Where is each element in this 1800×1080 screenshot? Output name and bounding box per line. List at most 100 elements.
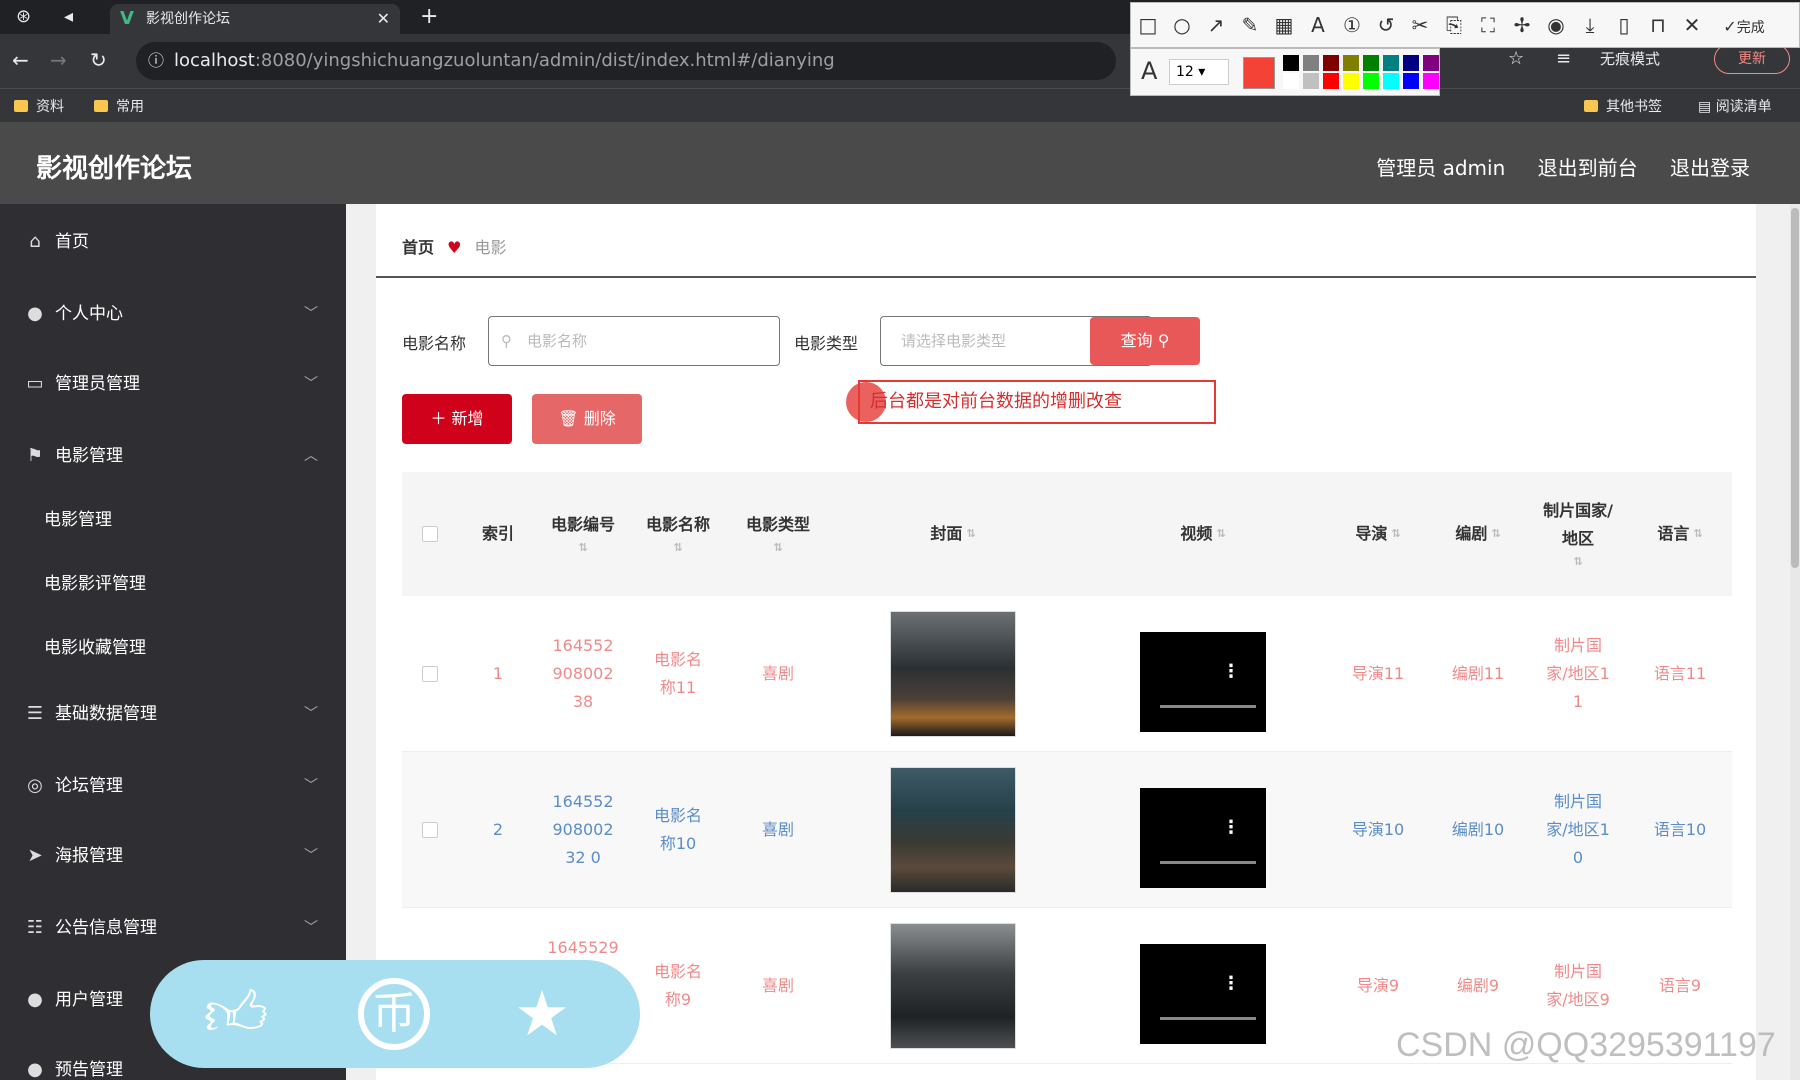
- row-checkbox[interactable]: [402, 596, 458, 752]
- movie-name-input[interactable]: ⚲ 电影名称: [488, 316, 780, 366]
- font-size-select[interactable]: 12 ▾: [1169, 59, 1229, 85]
- sidebar-item-forum[interactable]: ◎ 论坛管理 ﹀: [0, 766, 346, 806]
- new-tab-icon[interactable]: +: [420, 4, 438, 29]
- cover-image[interactable]: [890, 767, 1016, 893]
- col-cover[interactable]: 封面 ⇅: [828, 472, 1078, 596]
- color-swatch[interactable]: [1363, 55, 1379, 71]
- sidebar-item-notices[interactable]: ☷ 公告信息管理 ﹀: [0, 908, 346, 948]
- sidebar-item-posters[interactable]: ➤ 海报管理 ﹀: [0, 836, 346, 876]
- color-swatch[interactable]: [1403, 55, 1419, 71]
- bookmark-folder[interactable]: 资料: [14, 96, 64, 116]
- select-all-checkbox[interactable]: [402, 472, 458, 596]
- other-bookmarks[interactable]: 其他书签: [1584, 96, 1662, 116]
- add-button[interactable]: ＋ 新增: [402, 394, 512, 444]
- chat-icon: ▭: [26, 373, 44, 394]
- col-name[interactable]: 电影名称 ⇅: [628, 472, 728, 596]
- url-field[interactable]: ⓘ localhost:8080/yingshichuangzuoluntan/…: [136, 42, 1116, 80]
- more-icon[interactable]: ⋮: [1222, 814, 1240, 842]
- capture-icon[interactable]: ⛶: [1471, 3, 1505, 47]
- reload-icon[interactable]: ↻: [90, 48, 107, 72]
- more-icon[interactable]: ⋮: [1222, 658, 1240, 686]
- delete-button[interactable]: 🗑 删除: [532, 394, 642, 444]
- exit-to-front-link[interactable]: 退出到前台: [1538, 156, 1638, 180]
- sidebar-item-home[interactable]: ⌂ 首页: [0, 222, 346, 262]
- sidebar-item-movies[interactable]: ⚑ 电影管理 ︿: [0, 436, 346, 476]
- logout-link[interactable]: 退出登录: [1670, 156, 1750, 180]
- color-swatch[interactable]: [1303, 73, 1319, 89]
- color-swatch[interactable]: [1423, 73, 1439, 89]
- done-button[interactable]: ✓完成: [1709, 5, 1779, 50]
- bookmark-icon[interactable]: ⊓: [1641, 3, 1675, 47]
- pencil-icon[interactable]: ✎: [1233, 3, 1267, 47]
- col-video[interactable]: 视频 ⇅: [1078, 472, 1328, 596]
- thumbs-up-icon[interactable]: 👍︎: [200, 978, 272, 1050]
- person-icon: ●: [27, 1059, 43, 1080]
- color-swatch[interactable]: [1283, 73, 1299, 89]
- submenu-movie-favorites[interactable]: 电影收藏管理: [0, 628, 346, 668]
- bookmark-folder[interactable]: 常用: [94, 96, 144, 116]
- submenu-movie-reviews[interactable]: 电影影评管理: [0, 564, 346, 604]
- scrollbar-thumb[interactable]: [1791, 208, 1799, 568]
- color-swatch[interactable]: [1363, 73, 1379, 89]
- info-icon[interactable]: ⓘ: [148, 42, 164, 80]
- cancel-icon[interactable]: ✕: [1675, 3, 1709, 47]
- rectangle-icon[interactable]: □: [1131, 3, 1165, 47]
- color-swatch[interactable]: [1383, 55, 1399, 71]
- color-swatch[interactable]: [1343, 73, 1359, 89]
- browser-menu-icon[interactable]: ⊛: [16, 6, 31, 27]
- video-progress[interactable]: [1160, 861, 1256, 864]
- col-director[interactable]: 导演 ⇅: [1328, 472, 1428, 596]
- color-swatch[interactable]: [1323, 73, 1339, 89]
- color-swatch[interactable]: [1303, 55, 1319, 71]
- sidebar-item-basic-data[interactable]: ☰ 基础数据管理 ﹀: [0, 694, 346, 734]
- cut-icon[interactable]: ✂: [1403, 3, 1437, 47]
- color-swatch[interactable]: [1383, 73, 1399, 89]
- color-swatch[interactable]: [1423, 55, 1439, 71]
- color-swatch[interactable]: [1343, 55, 1359, 71]
- browser-tab[interactable]: V 影视创作论坛 ✕: [110, 4, 400, 34]
- back-icon[interactable]: ←: [12, 48, 29, 72]
- page-scrollbar[interactable]: [1790, 204, 1800, 1080]
- video-player[interactable]: ⋮: [1140, 788, 1266, 888]
- star-icon[interactable]: ★: [506, 978, 578, 1050]
- cover-image[interactable]: [890, 611, 1016, 737]
- mosaic-icon[interactable]: ▦: [1267, 3, 1301, 47]
- video-player[interactable]: ⋮: [1140, 944, 1266, 1044]
- sidebar-item-personal[interactable]: ● 个人中心 ﹀: [0, 294, 346, 334]
- query-button[interactable]: 查询 ⚲: [1090, 317, 1200, 365]
- forward-icon[interactable]: →: [50, 48, 67, 72]
- tab-back-icon[interactable]: ◂: [64, 6, 73, 27]
- more-icon[interactable]: ⋮: [1222, 970, 1240, 998]
- sidebar-item-admins[interactable]: ▭ 管理员管理 ﹀: [0, 364, 346, 404]
- color-swatch[interactable]: [1323, 55, 1339, 71]
- close-tab-icon[interactable]: ✕: [377, 4, 390, 34]
- reading-list[interactable]: ▤ 阅读清单: [1698, 96, 1772, 116]
- current-color-swatch[interactable]: [1243, 57, 1275, 89]
- video-progress[interactable]: [1160, 1017, 1256, 1020]
- col-type[interactable]: 电影类型 ⇅: [728, 472, 828, 596]
- submenu-movie-manage[interactable]: 电影管理: [0, 500, 346, 540]
- translate-icon[interactable]: ⎘: [1437, 3, 1471, 47]
- row-checkbox[interactable]: [402, 752, 458, 908]
- save-icon[interactable]: ▯: [1607, 3, 1641, 47]
- col-writer[interactable]: 编剧 ⇅: [1428, 472, 1528, 596]
- admin-label: 管理员 admin: [1376, 156, 1506, 180]
- video-progress[interactable]: [1160, 705, 1256, 708]
- col-id[interactable]: 电影编号 ⇅: [538, 472, 628, 596]
- download-icon[interactable]: ⤓: [1573, 3, 1607, 47]
- circle-icon[interactable]: ○: [1165, 3, 1199, 47]
- color-swatch[interactable]: [1283, 55, 1299, 71]
- record-icon[interactable]: ◉: [1539, 3, 1573, 47]
- col-country[interactable]: 制片国家/地区 ⇅: [1528, 472, 1628, 596]
- coin-icon[interactable]: 币: [358, 978, 430, 1050]
- undo-icon[interactable]: ↺: [1369, 3, 1403, 47]
- arrow-icon[interactable]: ↗: [1199, 3, 1233, 47]
- cover-image[interactable]: [890, 923, 1016, 1049]
- video-player[interactable]: ⋮: [1140, 632, 1266, 732]
- text-icon[interactable]: A: [1301, 3, 1335, 47]
- number-icon[interactable]: ①: [1335, 3, 1369, 47]
- color-swatch[interactable]: [1403, 73, 1419, 89]
- pin-icon[interactable]: ✢: [1505, 3, 1539, 47]
- breadcrumb-home[interactable]: 首页: [402, 238, 434, 257]
- col-language[interactable]: 语言 ⇅: [1628, 472, 1732, 596]
